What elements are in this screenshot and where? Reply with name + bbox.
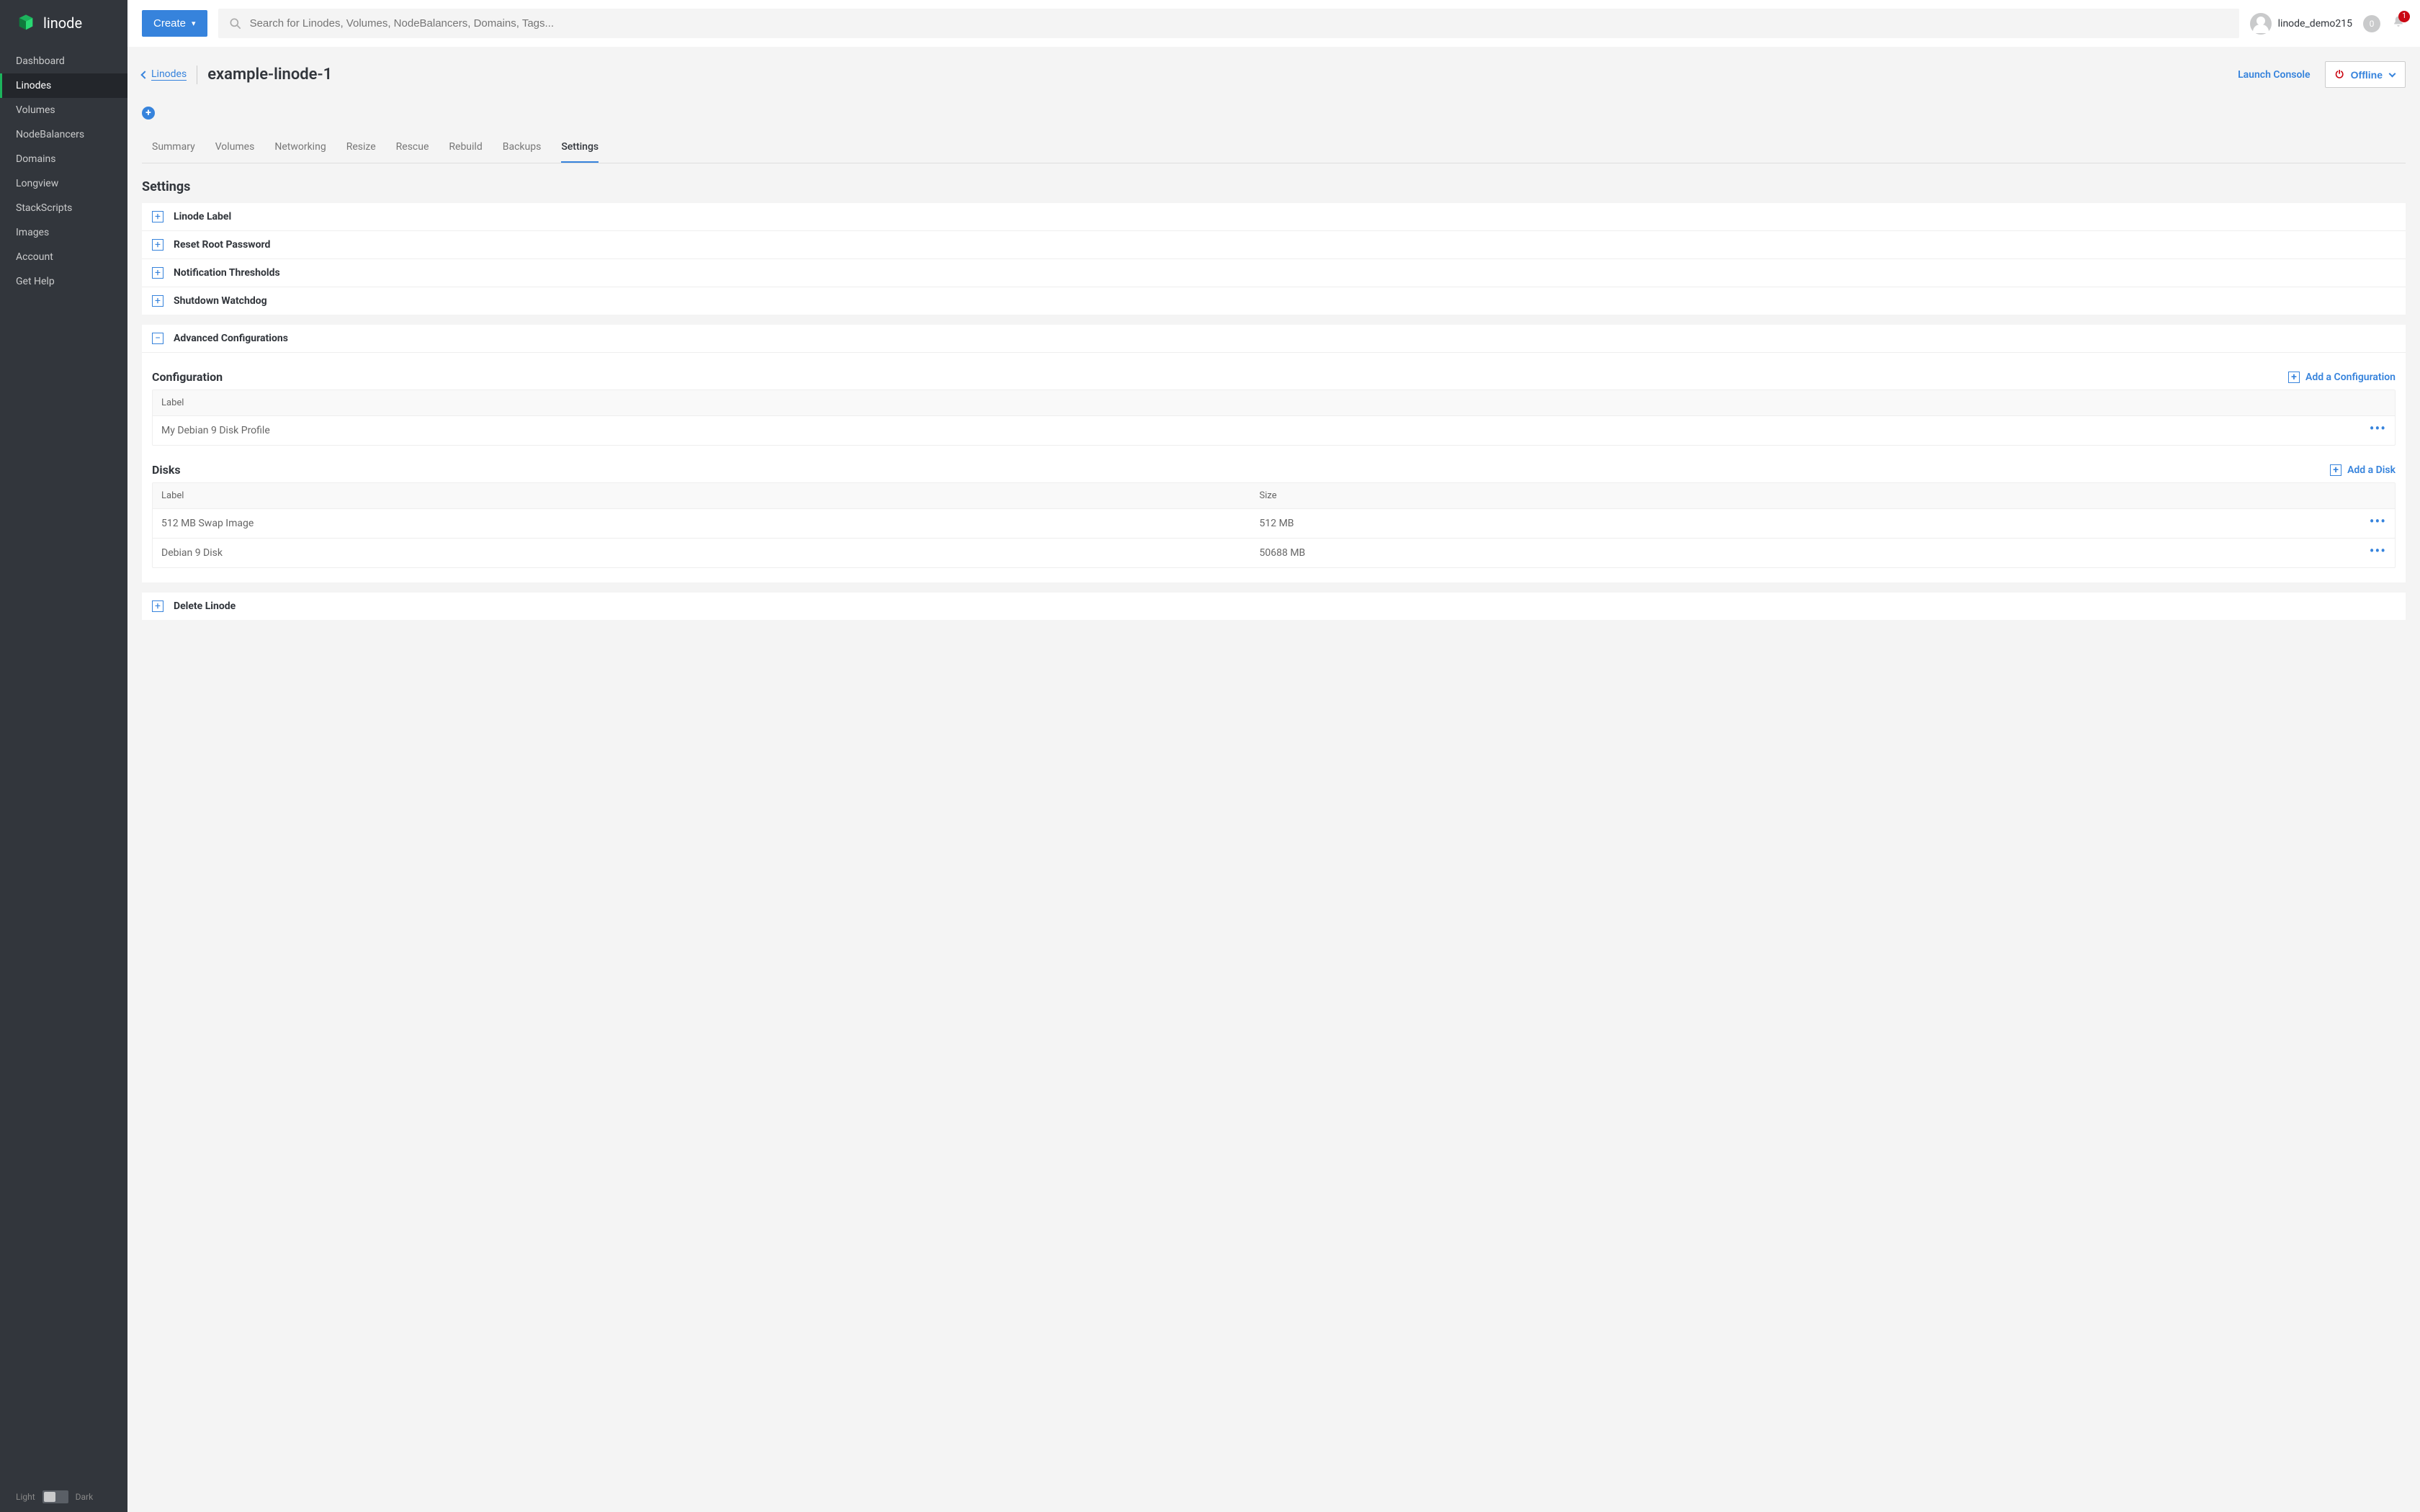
kebab-icon[interactable]: ••• <box>2370 513 2386 530</box>
sidebar-item-stackscripts[interactable]: StackScripts <box>0 196 127 220</box>
table-row: My Debian 9 Disk Profile ••• <box>153 416 2395 445</box>
sidebar-item-volumes[interactable]: Volumes <box>0 98 127 122</box>
tabs: Summary Volumes Networking Resize Rescue… <box>142 132 2406 163</box>
add-disk-label: Add a Disk <box>2347 464 2396 476</box>
expand-icon: + <box>152 211 163 222</box>
theme-light-label: Light <box>16 1492 35 1502</box>
sidebar-item-dashboard[interactable]: Dashboard <box>0 49 127 73</box>
topbar: Create ▾ linode_demo215 0 1 <box>127 0 2420 47</box>
tab-volumes[interactable]: Volumes <box>215 132 255 163</box>
panel-shutdown-watchdog[interactable]: + Shutdown Watchdog <box>142 287 2406 315</box>
panel-title: Notification Thresholds <box>174 267 280 279</box>
panel-title: Linode Label <box>174 211 231 222</box>
panel-title: Delete Linode <box>174 600 236 612</box>
configuration-table: Label My Debian 9 Disk Profile ••• <box>152 390 2396 446</box>
sidebar-item-account[interactable]: Account <box>0 245 127 269</box>
config-row-label: My Debian 9 Disk Profile <box>161 425 2357 436</box>
expand-icon: + <box>152 295 163 307</box>
disk-row-label: 512 MB Swap Image <box>161 518 1260 529</box>
sidebar-item-domains[interactable]: Domains <box>0 147 127 171</box>
theme-toggle[interactable]: Light Dark <box>0 1482 127 1512</box>
brand-name: linode <box>43 14 82 32</box>
launch-console-button[interactable]: Launch Console <box>2238 69 2311 81</box>
panel-title: Shutdown Watchdog <box>174 295 267 307</box>
tab-summary[interactable]: Summary <box>152 132 195 163</box>
tab-rebuild[interactable]: Rebuild <box>449 132 482 163</box>
username[interactable]: linode_demo215 <box>2278 18 2352 30</box>
tab-backups[interactable]: Backups <box>503 132 542 163</box>
panel-linode-label[interactable]: + Linode Label <box>142 203 2406 231</box>
breadcrumb-linodes[interactable]: Linodes <box>151 68 187 81</box>
configuration-heading: Configuration <box>152 370 223 384</box>
column-header-label: Label <box>161 397 2386 408</box>
disk-row-label: Debian 9 Disk <box>161 547 1260 559</box>
linode-logo-icon <box>16 13 36 33</box>
add-configuration-button[interactable]: + Add a Configuration <box>2288 372 2396 383</box>
create-button[interactable]: Create ▾ <box>142 10 207 37</box>
kebab-icon[interactable]: ••• <box>2370 542 2386 559</box>
disk-row-size: 512 MB <box>1260 518 2358 529</box>
create-label: Create <box>153 17 186 30</box>
bell-count: 1 <box>2398 11 2410 22</box>
panel-title: Reset Root Password <box>174 239 270 251</box>
disks-table: Label Size 512 MB Swap Image 512 MB ••• … <box>152 482 2396 568</box>
sidebar-item-images[interactable]: Images <box>0 220 127 245</box>
back-chevron-icon <box>140 71 148 78</box>
expand-icon: + <box>152 239 163 251</box>
chevron-down-icon: ▾ <box>192 19 196 28</box>
panel-advanced-configurations[interactable]: − Advanced Configurations <box>142 325 2406 353</box>
plus-icon: + <box>2288 372 2300 383</box>
panel-title: Advanced Configurations <box>174 333 288 344</box>
tab-resize[interactable]: Resize <box>346 132 376 163</box>
sidebar-item-gethelp[interactable]: Get Help <box>0 269 127 294</box>
panel-reset-root-password[interactable]: + Reset Root Password <box>142 231 2406 259</box>
add-configuration-label: Add a Configuration <box>2305 372 2396 383</box>
column-header-label: Label <box>161 490 1260 501</box>
table-row: Debian 9 Disk 50688 MB ••• <box>153 539 2395 567</box>
logo[interactable]: linode <box>0 0 127 49</box>
notifications-button[interactable]: 1 <box>2391 15 2406 32</box>
tab-rescue[interactable]: Rescue <box>396 132 429 163</box>
search-icon <box>228 17 243 31</box>
collapse-icon: − <box>152 333 163 344</box>
sidebar-item-linodes[interactable]: Linodes <box>0 73 127 98</box>
chevron-down-icon <box>2389 70 2396 77</box>
offline-label: Offline <box>2351 69 2383 81</box>
tab-settings[interactable]: Settings <box>561 132 599 163</box>
add-disk-button[interactable]: + Add a Disk <box>2330 464 2396 476</box>
search-box <box>218 9 2239 38</box>
disk-row-size: 50688 MB <box>1260 547 2358 559</box>
section-heading: Settings <box>142 179 2406 194</box>
sidebar: linode Dashboard Linodes Volumes NodeBal… <box>0 0 127 1512</box>
page-title: example-linode-1 <box>207 66 2238 84</box>
toggle-track[interactable] <box>42 1490 68 1503</box>
kebab-icon[interactable]: ••• <box>2370 420 2386 437</box>
disks-heading: Disks <box>152 463 181 477</box>
expand-icon: + <box>152 600 163 612</box>
tab-networking[interactable]: Networking <box>274 132 326 163</box>
panel-notification-thresholds[interactable]: + Notification Thresholds <box>142 259 2406 287</box>
plus-icon: + <box>2330 464 2341 476</box>
add-tag-button[interactable]: + <box>142 107 155 120</box>
theme-dark-label: Dark <box>76 1492 94 1502</box>
sidebar-item-nodebalancers[interactable]: NodeBalancers <box>0 122 127 147</box>
power-icon: ⏻ <box>2336 68 2344 81</box>
avatar[interactable] <box>2250 13 2272 35</box>
panel-delete-linode[interactable]: + Delete Linode <box>142 593 2406 620</box>
sidebar-item-longview[interactable]: Longview <box>0 171 127 196</box>
expand-icon: + <box>152 267 163 279</box>
table-row: 512 MB Swap Image 512 MB ••• <box>153 509 2395 539</box>
nav: Dashboard Linodes Volumes NodeBalancers … <box>0 49 127 294</box>
column-header-size: Size <box>1260 490 2358 501</box>
search-input[interactable] <box>250 9 2229 38</box>
credit-badge[interactable]: 0 <box>2363 15 2380 32</box>
power-status-button[interactable]: ⏻ Offline <box>2325 61 2406 88</box>
